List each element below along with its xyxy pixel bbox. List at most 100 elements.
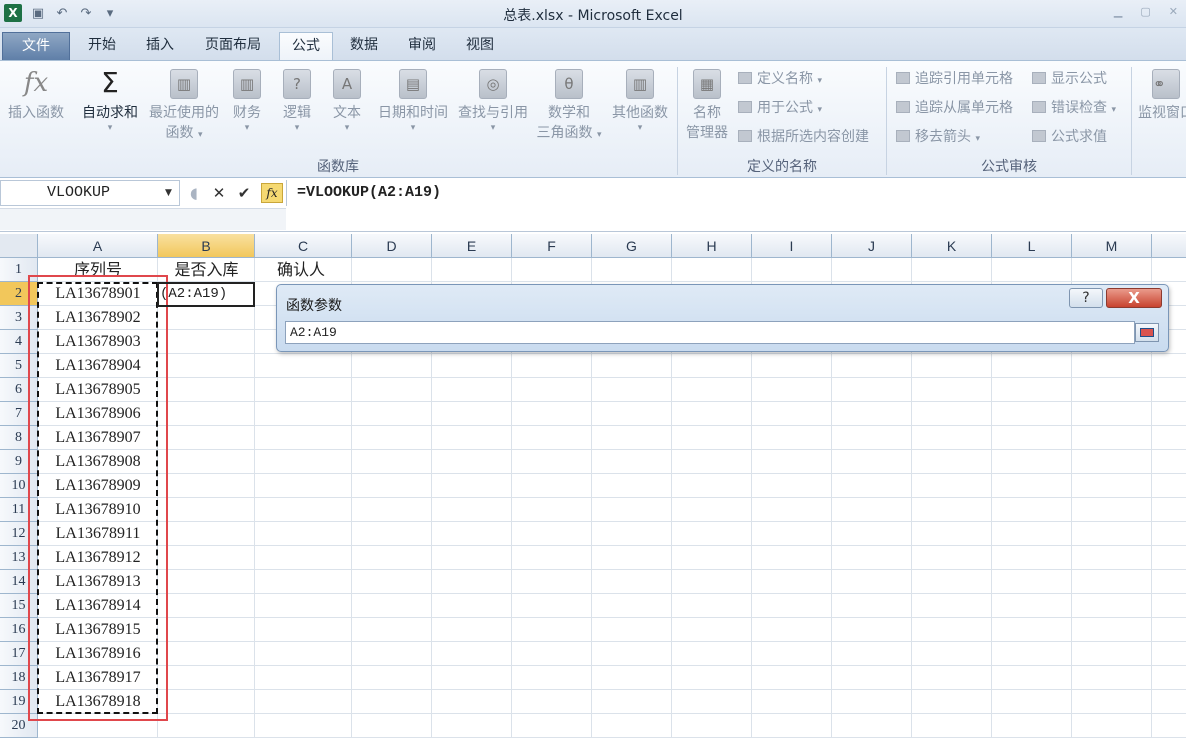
chevron-down-icon: ▾ xyxy=(244,123,250,133)
name-manager-icon: ▦ xyxy=(693,69,721,99)
range-reference-input[interactable]: A2:A19 xyxy=(285,321,1135,344)
watch-window-button[interactable]: ⚭ 监视窗口 xyxy=(1136,69,1186,123)
help-button[interactable]: ? xyxy=(1069,288,1103,308)
more-functions-button[interactable]: ▥ 其他函数 ▾ xyxy=(608,69,672,133)
gridline xyxy=(38,425,1186,426)
logical-book-icon: ? xyxy=(283,69,311,99)
column-header-g[interactable]: G xyxy=(592,234,672,258)
expand-dialog-icon xyxy=(1140,328,1154,337)
autosum-button[interactable]: Σ 自动求和 ▾ xyxy=(76,66,144,134)
expand-dialog-button[interactable] xyxy=(1135,323,1159,342)
column-header-h[interactable]: H xyxy=(672,234,752,258)
title-bar: X ▣ ↶ ↷ ▾ 总表.xlsx - Microsoft Excel ▁ ▢ … xyxy=(0,0,1186,28)
column-header-c[interactable]: C xyxy=(255,234,352,258)
group-label-formula-auditing: 公式审核 xyxy=(981,159,1037,175)
chevron-down-icon: ▾ xyxy=(197,130,203,140)
column-header-f[interactable]: F xyxy=(512,234,592,258)
gridline xyxy=(38,641,1186,642)
use-in-formula-button[interactable]: 用于公式 ▾ xyxy=(738,97,822,119)
gridline xyxy=(38,569,1186,570)
gridline xyxy=(38,713,1186,714)
column-header-j[interactable]: J xyxy=(832,234,912,258)
tab-view[interactable]: 视图 xyxy=(454,32,506,60)
chevron-down-icon: ▾ xyxy=(107,123,113,133)
window-controls: ▁ ▢ ✕ xyxy=(1114,5,1178,18)
show-formulas-icon xyxy=(1032,72,1046,84)
column-header-l[interactable]: L xyxy=(992,234,1072,258)
tag-icon xyxy=(738,72,752,84)
tab-insert[interactable]: 插入 xyxy=(134,32,186,60)
column-header-a[interactable]: A xyxy=(38,234,158,258)
column-header-e[interactable]: E xyxy=(432,234,512,258)
column-header-k[interactable]: K xyxy=(912,234,992,258)
tab-file[interactable]: 文件 xyxy=(2,32,70,60)
tab-data[interactable]: 数据 xyxy=(338,32,390,60)
chevron-down-icon: ▾ xyxy=(1111,105,1116,115)
chevron-down-icon: ▾ xyxy=(817,105,822,115)
logical-button[interactable]: ? 逻辑 ▾ xyxy=(276,69,318,133)
text-button[interactable]: A 文本 ▾ xyxy=(326,69,368,133)
trace-precedents-button[interactable]: 追踪引用单元格 xyxy=(896,68,1013,90)
tab-page-layout[interactable]: 页面布局 xyxy=(192,32,274,60)
gridline xyxy=(38,521,1186,522)
recently-used-button[interactable]: ▥ 最近使用的 函数 ▾ xyxy=(144,69,224,143)
formula-bar-spacer xyxy=(0,208,286,230)
evaluate-icon xyxy=(1032,130,1046,142)
name-manager-button[interactable]: ▦ 名称 管理器 xyxy=(682,69,732,143)
tab-home[interactable]: 开始 xyxy=(76,32,128,60)
dialog-close-button[interactable]: X xyxy=(1106,288,1162,308)
tab-formulas[interactable]: 公式 xyxy=(279,32,333,60)
chevron-down-icon: ▾ xyxy=(410,123,416,133)
active-cell-border xyxy=(157,282,255,307)
chevron-down-icon[interactable]: ▼ xyxy=(165,188,172,198)
formula-input[interactable]: =VLOOKUP(A2:A19) xyxy=(286,180,1186,206)
evaluate-formula-button[interactable]: 公式求值 xyxy=(1032,126,1107,148)
sigma-icon: Σ xyxy=(101,66,119,99)
gridline xyxy=(38,353,1186,354)
group-label-defined-names: 定义的名称 xyxy=(747,159,817,175)
lookup-book-icon: ◎ xyxy=(479,69,507,99)
gridline xyxy=(38,665,1186,666)
minimize-icon[interactable]: ▁ xyxy=(1114,5,1122,18)
define-name-button[interactable]: 定义名称 ▾ xyxy=(738,68,822,90)
insert-function-icon[interactable]: fx xyxy=(261,183,283,203)
cell-c1-header[interactable]: 确认人 xyxy=(255,258,352,282)
trace-dependents-button[interactable]: 追踪从属单元格 xyxy=(896,97,1013,119)
column-header-d[interactable]: D xyxy=(352,234,432,258)
confirm-entry-icon[interactable]: ✔ xyxy=(236,184,252,202)
select-all-corner[interactable] xyxy=(0,234,38,258)
create-from-selection-button[interactable]: 根据所选内容创建 xyxy=(738,126,869,148)
formula-bar: VLOOKUP ▼ ◖ ✕ ✔ fx =VLOOKUP(A2:A19) xyxy=(0,178,1186,232)
financial-button[interactable]: ▥ 财务 ▾ xyxy=(226,69,268,133)
gridline xyxy=(38,689,1186,690)
column-header-i[interactable]: I xyxy=(752,234,832,258)
error-checking-button[interactable]: 错误检查 ▾ xyxy=(1032,97,1116,119)
function-arguments-dialog: 函数参数 ? X A2:A19 xyxy=(276,284,1169,352)
text-book-icon: A xyxy=(333,69,361,99)
chevron-down-icon: ▾ xyxy=(344,123,350,133)
cell-b1-header[interactable]: 是否入库 xyxy=(158,258,255,282)
trace-arrow-icon xyxy=(896,101,910,113)
ribbon: fx 插入函数 Σ 自动求和 ▾ ▥ 最近使用的 函数 ▾ ▥ 财务 ▾ ? 逻… xyxy=(0,60,1186,178)
column-header-m[interactable]: M xyxy=(1072,234,1152,258)
maximize-icon[interactable]: ▢ xyxy=(1140,5,1150,18)
chevron-down-icon: ▾ xyxy=(637,123,643,133)
chevron-down-icon: ▾ xyxy=(490,123,496,133)
column-header-partial[interactable] xyxy=(1152,234,1186,258)
math-trig-button[interactable]: θ 数学和 三角函数 ▾ xyxy=(534,69,604,143)
gridline xyxy=(38,545,1186,546)
cancel-entry-icon[interactable]: ✕ xyxy=(211,184,227,202)
chevron-down-icon: ▾ xyxy=(294,123,300,133)
formula-icon xyxy=(738,101,752,113)
gridline xyxy=(38,473,1186,474)
name-box[interactable]: VLOOKUP xyxy=(0,180,180,206)
datetime-button[interactable]: ▤ 日期和时间 ▾ xyxy=(374,69,452,133)
show-formulas-button[interactable]: 显示公式 xyxy=(1032,68,1107,90)
insert-function-button[interactable]: fx 插入函数 xyxy=(4,69,68,123)
lookup-reference-button[interactable]: ◎ 查找与引用 ▾ xyxy=(454,69,532,133)
gridline xyxy=(254,258,255,738)
column-header-b[interactable]: B xyxy=(158,234,255,258)
close-window-icon[interactable]: ✕ xyxy=(1169,5,1178,18)
remove-arrows-button[interactable]: 移去箭头 ▾ xyxy=(896,126,980,148)
tab-review[interactable]: 审阅 xyxy=(396,32,448,60)
